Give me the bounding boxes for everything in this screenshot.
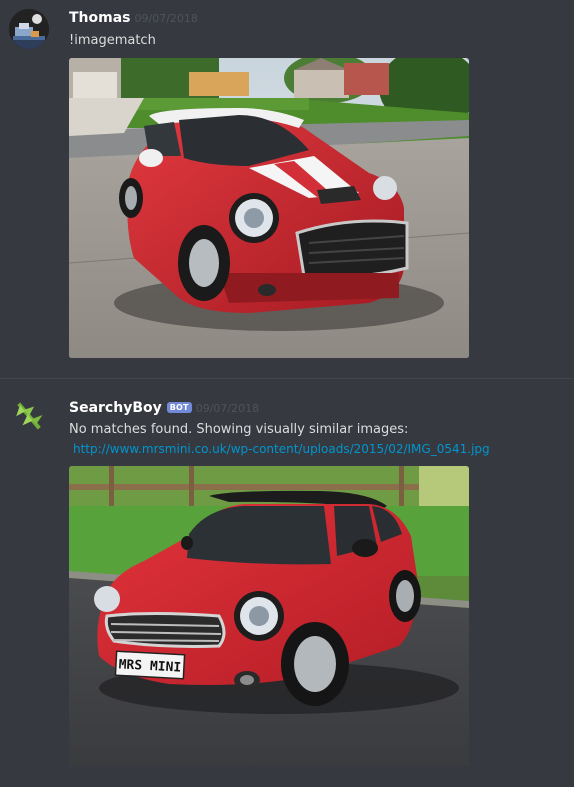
username[interactable]: SearchyBoy: [69, 400, 162, 416]
red-mini-mrs-mini-photo: MRS MINI: [69, 466, 469, 766]
image-source-link[interactable]: http://www.mrsmini.co.uk/wp-content/uplo…: [73, 442, 490, 456]
leaf-icon: [16, 402, 43, 430]
timestamp: 09/07/2018: [134, 12, 198, 25]
author-line: SearchyBoy BOT 09/07/2018: [69, 400, 259, 416]
author-line: Thomas 09/07/2018: [69, 10, 198, 26]
message-text: No matches found. Showing visually simil…: [69, 422, 409, 437]
attached-image-red-mini-driveway[interactable]: [69, 58, 469, 358]
red-mini-driveway-photo: [69, 58, 469, 358]
message-searchyboy: SearchyBoy BOT 09/07/2018 No matches fou…: [0, 380, 574, 787]
attached-image-red-mini-mrs-mini[interactable]: MRS MINI: [69, 466, 469, 766]
timestamp: 09/07/2018: [195, 402, 260, 415]
bot-badge: BOT: [166, 402, 192, 413]
message-divider: [0, 378, 574, 379]
pixel-art-avatar-icon: [9, 9, 49, 49]
user-avatar-thomas[interactable]: [9, 9, 49, 49]
message-text: !imagematch: [69, 33, 156, 48]
message-thomas: Thomas 09/07/2018 !imagematch: [0, 0, 574, 370]
user-avatar-searchyboy[interactable]: [9, 396, 49, 436]
username[interactable]: Thomas: [69, 10, 131, 26]
